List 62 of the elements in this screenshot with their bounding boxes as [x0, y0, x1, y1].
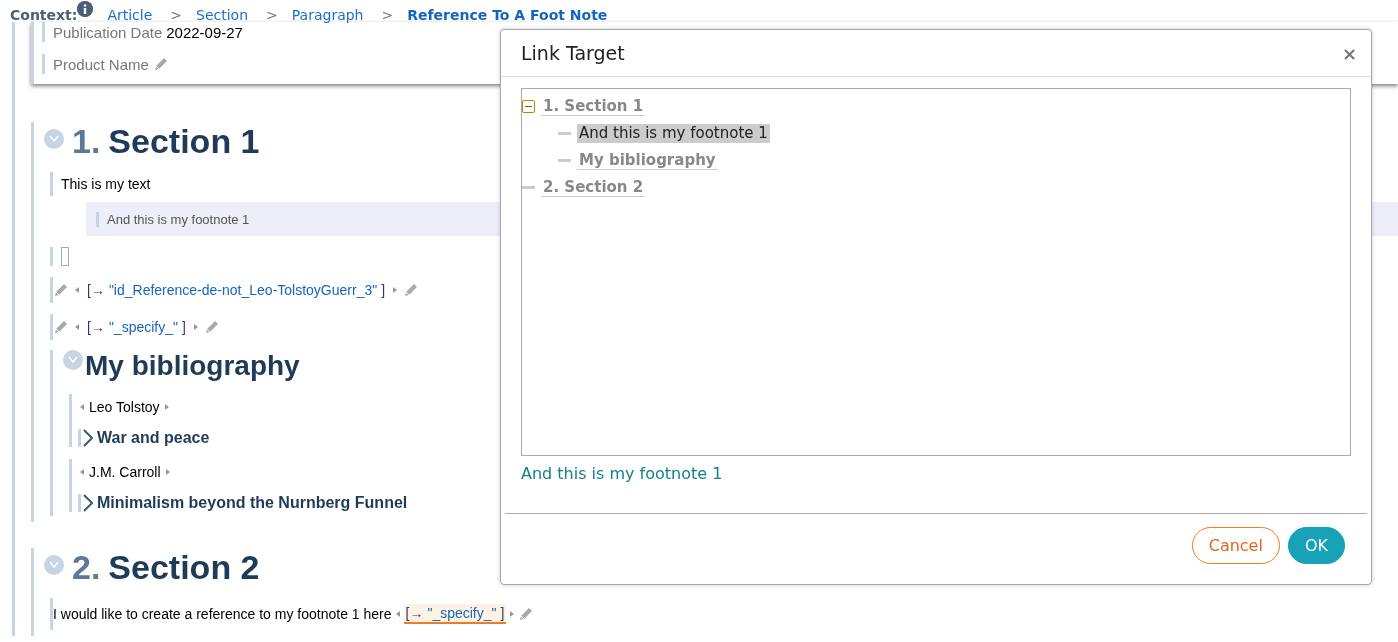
empty-paragraph-placeholder[interactable]: [61, 247, 69, 266]
dash-icon: [558, 132, 571, 135]
paragraph-text: I would like to create a reference to my footnote 1 here: [53, 605, 392, 624]
right-triangle-icon: [164, 404, 169, 410]
left-triangle-icon: [75, 324, 79, 330]
selected-target-text: And this is my footnote 1: [521, 464, 724, 483]
chevron-right-icon[interactable]: [83, 429, 93, 447]
pencil-icon[interactable]: [518, 606, 535, 622]
subsection-title: My bibliography: [85, 350, 300, 382]
breadcrumb-separator: >: [381, 7, 394, 23]
left-triangle-icon: [80, 404, 84, 410]
book-title: Minimalism beyond the Nurnberg Funnel: [97, 494, 408, 512]
right-triangle-icon: [393, 287, 398, 293]
breadcrumb-link[interactable]: Reference To A Foot Note: [407, 7, 608, 23]
cancel-button[interactable]: Cancel: [1191, 527, 1280, 564]
collapse-toggle-icon[interactable]: [44, 129, 64, 149]
field-label: Publication Date: [53, 23, 163, 41]
reference-link[interactable]: [→ "id_Reference-de-not_Leo-TolstoyGuerr_3" ]: [85, 281, 388, 299]
collapse-toggle-icon[interactable]: [63, 350, 83, 370]
dash-icon: [522, 186, 535, 189]
breadcrumb-link[interactable]: Paragraph: [291, 7, 364, 23]
field-label: Product Name: [53, 55, 149, 73]
section-title: Section 2: [108, 548, 260, 587]
author-name: Leo Tolstoy: [89, 399, 160, 415]
breadcrumb-separator: >: [266, 7, 278, 23]
close-button[interactable]: ×: [1341, 42, 1357, 64]
pencil-icon[interactable]: [203, 319, 220, 335]
tree-item[interactable]: And this is my footnote 1: [577, 124, 770, 143]
pencil-icon[interactable]: [53, 282, 69, 298]
collapse-toggle-icon[interactable]: [44, 555, 64, 575]
section-number: 1.: [72, 122, 101, 161]
left-triangle-icon: [75, 287, 79, 293]
section-number: 2.: [72, 548, 101, 587]
collapse-icon[interactable]: [522, 100, 535, 113]
author-name: J.M. Carroll: [89, 464, 161, 480]
dialog-title: Link Target: [521, 42, 625, 64]
right-triangle-icon: [510, 611, 515, 617]
footnote-text: And this is my footnote 1: [96, 212, 250, 227]
field-value: 2022-09-27: [166, 23, 243, 41]
right-triangle-icon: [193, 324, 198, 330]
pencil-icon[interactable]: [403, 282, 420, 298]
tree-item[interactable]: 2. Section 2: [541, 178, 646, 197]
pencil-icon[interactable]: [152, 56, 169, 72]
left-triangle-icon: [395, 611, 400, 617]
reference-link[interactable]: [→ "_specify_" ]: [403, 604, 507, 624]
breadcrumb-link[interactable]: Article: [107, 7, 153, 23]
paragraph-text: This is my text: [61, 175, 151, 194]
reference-link[interactable]: [→ "_specify_" ]: [85, 318, 188, 336]
tree-item[interactable]: 1. Section 1: [541, 97, 646, 116]
info-icon[interactable]: [77, 1, 94, 17]
section-title: Section 1: [108, 122, 260, 161]
breadcrumb-separator: >: [170, 7, 183, 23]
ok-button[interactable]: OK: [1287, 527, 1345, 564]
right-triangle-icon: [165, 469, 170, 475]
breadcrumb-link[interactable]: Section: [196, 7, 249, 23]
dash-icon: [558, 159, 571, 162]
left-triangle-icon: [80, 469, 84, 475]
pencil-icon[interactable]: [53, 319, 69, 335]
chevron-right-icon[interactable]: [83, 494, 93, 512]
context-label: Context:: [10, 7, 78, 23]
book-title: War and peace: [97, 429, 210, 447]
tree-item[interactable]: My bibliography: [577, 151, 718, 170]
